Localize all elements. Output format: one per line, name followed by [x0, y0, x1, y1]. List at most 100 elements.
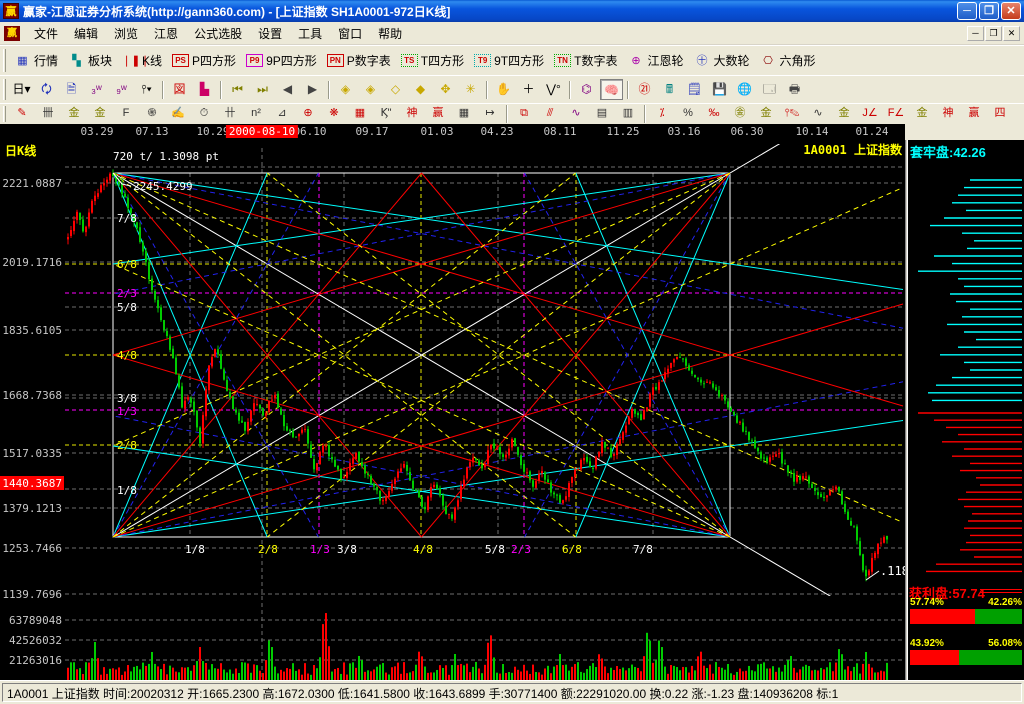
tb3-win-ruler-button[interactable]: 赢	[426, 105, 450, 123]
tb2-wave-3-button[interactable]: ₃ʷ	[85, 79, 108, 100]
tb1-t-square-button[interactable]: TST四方形	[396, 50, 469, 71]
tb3-shen-ruler-button[interactable]: 神	[400, 105, 424, 123]
tb2-calendar-21-button[interactable]: ㉑	[633, 79, 656, 100]
tb1-p-number-table-button[interactable]: PNP数字表	[322, 50, 396, 71]
tb1-9t-square-button[interactable]: T99T四方形	[469, 50, 549, 71]
svg-text:.118: .118	[880, 564, 905, 578]
tb2-doc-export-button[interactable]: 🗔	[758, 79, 781, 100]
tb1-big-number-wheel-button[interactable]: ㊉大数轮	[688, 50, 754, 71]
tb2-zigzag-tool-button[interactable]: 🗘	[35, 79, 58, 100]
tb2-molecule-tool-button[interactable]: ⌬	[575, 79, 598, 100]
tb3-grid-target-button[interactable]: ▦	[348, 105, 372, 123]
kline-chart[interactable]: 2221.08872019.17161835.61051668.73681517…	[0, 140, 905, 680]
tb3-pct-line-button[interactable]: ⁒	[650, 105, 674, 123]
tb2-diamond-expand4-button[interactable]: ✥	[434, 79, 457, 100]
tb3-width-arrow-button[interactable]: ↦	[478, 105, 502, 123]
tb1-hexagon-button[interactable]: ⎔六角形	[755, 50, 821, 71]
tb3-brush-button[interactable]: ✎	[10, 105, 34, 123]
tb2-web-export-button[interactable]: 🌐	[733, 79, 756, 100]
tb2-brain-tool-button[interactable]: 🧠	[600, 79, 623, 100]
restore-button[interactable]: ❐	[979, 2, 999, 20]
tb2-notebook-button[interactable]: 🗒	[683, 79, 706, 100]
tb3-f-angle-button[interactable]: F∠	[884, 105, 908, 123]
tb2-period-selector-button[interactable]: 日▾	[10, 79, 33, 100]
tb2-diamond-expand8-button[interactable]: ✳	[459, 79, 482, 100]
tb2-next-bar-button[interactable]: ▶	[301, 79, 324, 100]
tb2-calculator-button[interactable]: 🖩	[658, 79, 681, 100]
minimize-button[interactable]: ─	[957, 2, 977, 20]
tb2-save-button[interactable]: 💾	[708, 79, 731, 100]
tb3-win-lines-button[interactable]: 赢	[962, 105, 986, 123]
tb1-kline-button[interactable]: ❘❚❘K线	[117, 50, 167, 71]
tb3-star-burst-button[interactable]: ❋	[322, 105, 346, 123]
tb3-gann-compass-button[interactable]: ⊕	[296, 105, 320, 123]
kline-chart-canvas[interactable]: 2221.08872019.17161835.61051668.73681517…	[0, 140, 905, 680]
tb3-gold-ruler-1-button[interactable]: 金	[62, 105, 86, 123]
tb3-k-mark-button[interactable]: Ϗ"	[374, 105, 398, 123]
mdi-restore-button[interactable]: ❐	[985, 26, 1002, 41]
menu-item-browse[interactable]: 浏览	[106, 24, 146, 44]
tb3-percent-button[interactable]: %	[676, 105, 700, 123]
svg-text:6/8: 6/8	[117, 258, 137, 271]
menu-item-file[interactable]: 文件	[26, 24, 66, 44]
tb1-quotes-button[interactable]: ▦行情	[9, 50, 63, 71]
tb2-thin-candle-button[interactable]: ⫯▾	[135, 79, 158, 100]
tb2-jump-start-button[interactable]: ⏮	[226, 79, 249, 100]
p-number-table-icon: PN	[327, 54, 344, 67]
mdi-minimize-button[interactable]: ─	[967, 26, 984, 41]
tb1-p-square-button[interactable]: PSP四方形	[167, 50, 241, 71]
mdi-close-button[interactable]: ✕	[1003, 26, 1020, 41]
tb2-diamond-right-button[interactable]: ◈	[359, 79, 382, 100]
tb3-grid-a-button[interactable]: ▤	[590, 105, 614, 123]
tb2-angle-mark-button[interactable]: ⋁°	[542, 79, 565, 100]
tb3-box-select-button[interactable]: ⧉	[512, 105, 536, 123]
tb3-four-angle-button[interactable]: 四	[988, 105, 1012, 123]
tb3-gold-ruler-2-button[interactable]: 金	[88, 105, 112, 123]
tb2-diamond-shrink-button[interactable]: ◇	[384, 79, 407, 100]
menu-item-gann[interactable]: 江恩	[146, 24, 186, 44]
tb2-color-histogram-button[interactable]: ▙	[193, 79, 216, 100]
tb3-angle-tool-button[interactable]: ⊿	[270, 105, 294, 123]
menu-item-settings[interactable]: 设置	[250, 24, 290, 44]
tb3-tick-ruler-button[interactable]: 卄	[218, 105, 242, 123]
tb2-printer-button[interactable]: 🖶	[783, 79, 806, 100]
tb3-j-angle-button[interactable]: J∠	[858, 105, 882, 123]
tb3-shen-lines-button[interactable]: 神	[936, 105, 960, 123]
tb3-zigzag-2-button[interactable]: ∿	[564, 105, 588, 123]
tb3-gold-angle-button[interactable]: 金	[910, 105, 934, 123]
tb2-jump-end-button[interactable]: ⏭	[251, 79, 274, 100]
tb2-pattern-overlay-button[interactable]: 図	[168, 79, 191, 100]
tb1-t-number-table-button[interactable]: TNT数字表	[549, 50, 622, 71]
tb3-permille-line-button[interactable]: ‰	[702, 105, 726, 123]
tb3-f-ruler-button[interactable]: F	[114, 105, 138, 123]
tb3-gold-lines-button[interactable]: 金	[754, 105, 778, 123]
tb2-info-doc-button[interactable]: 🗎	[60, 79, 83, 100]
tb3-wave-window-button[interactable]: ∿	[806, 105, 830, 123]
tb3-grid-123-button[interactable]: ▦	[452, 105, 476, 123]
tb2-hand-tool-button[interactable]: ✋	[492, 79, 515, 100]
close-button[interactable]: ✕	[1001, 2, 1021, 20]
tb2-crosshair-tool-button[interactable]: ＋	[517, 79, 540, 100]
menu-item-window[interactable]: 窗口	[330, 24, 370, 44]
tb3-gold-underline-button[interactable]: 金	[832, 105, 856, 123]
tb2-prev-bar-button[interactable]: ◀	[276, 79, 299, 100]
tb3-spiral-button[interactable]: ֍	[140, 105, 164, 123]
menu-item-help[interactable]: 帮助	[370, 24, 410, 44]
tb2-wave-9-button[interactable]: ₉ʷ	[110, 79, 133, 100]
tb1-gann-wheel-button[interactable]: ⊕江恩轮	[622, 50, 688, 71]
tb3-pen-tool-button[interactable]: ✍	[166, 105, 190, 123]
menu-item-formula-stock-pick[interactable]: 公式选股	[186, 24, 250, 44]
tb2-diamond-expand-button[interactable]: ◆	[409, 79, 432, 100]
tb3-ruler-ticks-button[interactable]: 卌	[36, 105, 60, 123]
menu-item-edit[interactable]: 编辑	[66, 24, 106, 44]
tb1-9p-square-button[interactable]: P99P四方形	[241, 50, 322, 71]
tb1-sectors-button[interactable]: ▚板块	[63, 50, 117, 71]
tb2-diamond-left-button[interactable]: ◈	[334, 79, 357, 100]
tb3-time-circle-button[interactable]: ⏱	[192, 105, 216, 123]
tb3-candle-pen-button[interactable]: ⫯✎	[780, 105, 804, 123]
menu-item-tools[interactable]: 工具	[290, 24, 330, 44]
tb3-gold-circle-button[interactable]: ㊎	[728, 105, 752, 123]
tb3-ray-fan-button[interactable]: ⫻	[538, 105, 562, 123]
tb3-n-squared-button[interactable]: n²	[244, 105, 268, 123]
tb3-grid-b-button[interactable]: ▥	[616, 105, 640, 123]
